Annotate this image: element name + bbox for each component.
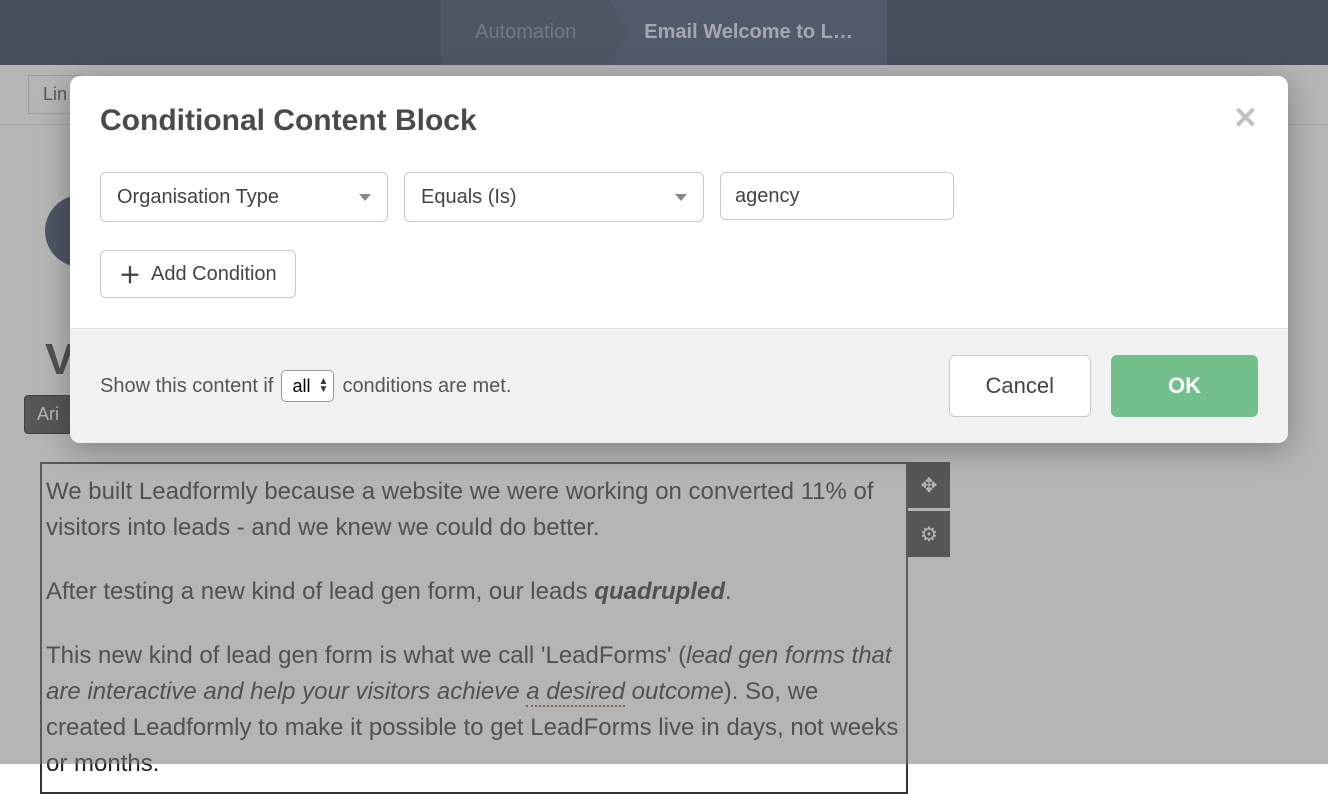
- breadcrumb-automation[interactable]: Automation: [441, 0, 610, 65]
- paragraph-text: This new kind of lead gen form is what w…: [46, 642, 686, 669]
- dropdown-value: Organisation Type: [117, 186, 279, 209]
- conditional-content-modal: Conditional Content Block ✕ Organisation…: [70, 76, 1288, 443]
- dropdown-value: Equals (Is): [421, 186, 517, 209]
- match-mode-select[interactable]: all: [281, 370, 334, 402]
- breadcrumb: Automation Email Welcome to L…: [441, 0, 887, 65]
- chevron-down-icon: [359, 194, 371, 201]
- gear-icon: ⚙: [920, 522, 938, 547]
- ok-button[interactable]: OK: [1111, 355, 1258, 417]
- cancel-button[interactable]: Cancel: [949, 355, 1091, 417]
- condition-value-input[interactable]: [720, 172, 954, 220]
- chevron-down-icon: [675, 194, 687, 201]
- footer-text: Show this content if: [100, 375, 273, 398]
- paragraph-text: We built Leadformly because a website we…: [46, 478, 874, 541]
- email-content-block[interactable]: We built Leadformly because a website we…: [40, 462, 908, 794]
- condition-match-text: Show this content if all ▲▼ conditions a…: [100, 370, 511, 402]
- condition-field-dropdown[interactable]: Organisation Type: [100, 172, 388, 222]
- emphasis-text: quadrupled: [594, 578, 725, 605]
- move-icon: ✥: [921, 473, 938, 498]
- font-family-control[interactable]: Ari: [24, 395, 72, 434]
- condition-row: Organisation Type Equals (Is): [100, 172, 1258, 222]
- move-block-button[interactable]: ✥: [908, 462, 950, 508]
- paragraph-text: .: [725, 578, 732, 605]
- block-settings-button[interactable]: ⚙: [908, 511, 950, 557]
- add-condition-button[interactable]: ＋ Add Condition: [100, 250, 296, 298]
- block-side-tools: ✥ ⚙: [908, 462, 950, 560]
- condition-operator-dropdown[interactable]: Equals (Is): [404, 172, 704, 222]
- footer-text: conditions are met.: [342, 375, 511, 398]
- paragraph-text: After testing a new kind of lead gen for…: [46, 578, 594, 605]
- close-icon: ✕: [1233, 102, 1258, 135]
- spellcheck-underline: a desired: [526, 678, 625, 707]
- breadcrumb-arrow-icon: [610, 1, 628, 65]
- close-button[interactable]: ✕: [1233, 104, 1258, 134]
- plus-icon: ＋: [119, 258, 141, 290]
- modal-title: Conditional Content Block: [100, 104, 477, 138]
- emphasis-text: outcome: [625, 678, 724, 705]
- add-condition-label: Add Condition: [151, 263, 277, 286]
- top-nav: Automation Email Welcome to L…: [0, 0, 1328, 65]
- breadcrumb-email[interactable]: Email Welcome to L…: [610, 0, 887, 65]
